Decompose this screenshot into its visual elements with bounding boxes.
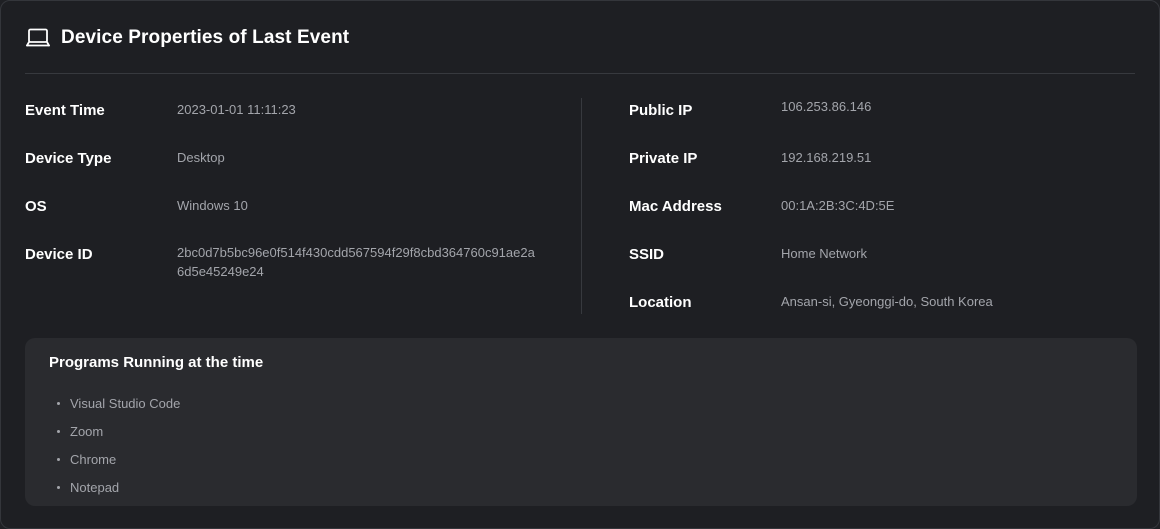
programs-panel: Programs Running at the time Visual Stud… (25, 338, 1137, 506)
property-value: 2023-01-01 11:11:23 (177, 102, 296, 117)
programs-title: Programs Running at the time (49, 354, 264, 371)
property-row-mac-address: Mac Address 00:1A:2B:3C:4D:5E (629, 197, 894, 217)
card-header: Device Properties of Last Event (25, 23, 349, 53)
bullet-icon (57, 485, 60, 489)
list-item: Chrome (57, 445, 180, 473)
property-label: Event Time (25, 102, 105, 119)
property-label: Device ID (25, 246, 93, 263)
property-row-os: OS Windows 10 (25, 197, 248, 217)
property-label: Private IP (629, 150, 698, 167)
bullet-icon (57, 429, 60, 433)
list-item: Notepad (57, 473, 180, 501)
program-name: Chrome (70, 451, 117, 467)
program-name: Visual Studio Code (70, 395, 181, 411)
property-label: OS (25, 198, 47, 215)
property-row-ssid: SSID Home Network (629, 245, 867, 265)
laptop-icon (25, 25, 51, 51)
property-value: 2bc0d7b5bc96e0f514f430cdd567594f29f8cbd3… (177, 245, 535, 279)
property-row-device-id: Device ID 2bc0d7b5bc96e0f514f430cdd56759… (25, 245, 537, 281)
property-value: Home Network (781, 246, 867, 261)
property-value: 106.253.86.146 (781, 99, 872, 114)
list-item: Visual Studio Code (57, 389, 180, 417)
property-value: Ansan-si, Gyeonggi-do, South Korea (781, 294, 993, 309)
property-row-public-ip: Public IP 106.253.86.146 (629, 99, 871, 121)
property-value: 192.168.219.51 (781, 150, 872, 165)
property-label: SSID (629, 246, 665, 263)
property-label: Device Type (25, 150, 112, 167)
list-item: Zoom (57, 417, 180, 445)
property-value: 00:1A:2B:3C:4D:5E (781, 198, 895, 213)
column-divider (581, 98, 582, 314)
programs-list: Visual Studio Code Zoom Chrome Notepad (57, 389, 180, 501)
property-label: Mac Address (629, 198, 722, 215)
property-label: Location (629, 294, 692, 311)
program-name: Zoom (70, 423, 104, 439)
program-name: Notepad (70, 479, 120, 495)
property-row-location: Location Ansan-si, Gyeonggi-do, South Ko… (629, 293, 993, 313)
card-title: Device Properties of Last Event (61, 27, 350, 48)
property-value: Windows 10 (177, 198, 248, 213)
device-properties-card: Device Properties of Last Event Event Ti… (0, 0, 1160, 529)
property-label: Public IP (629, 102, 693, 119)
property-row-event-time: Event Time 2023-01-01 11:11:23 (25, 101, 296, 121)
header-divider (25, 73, 1135, 74)
property-value: Desktop (177, 150, 225, 165)
property-row-private-ip: Private IP 192.168.219.51 (629, 149, 871, 169)
property-row-device-type: Device Type Desktop (25, 149, 225, 169)
bullet-icon (57, 457, 60, 461)
bullet-icon (57, 401, 60, 405)
